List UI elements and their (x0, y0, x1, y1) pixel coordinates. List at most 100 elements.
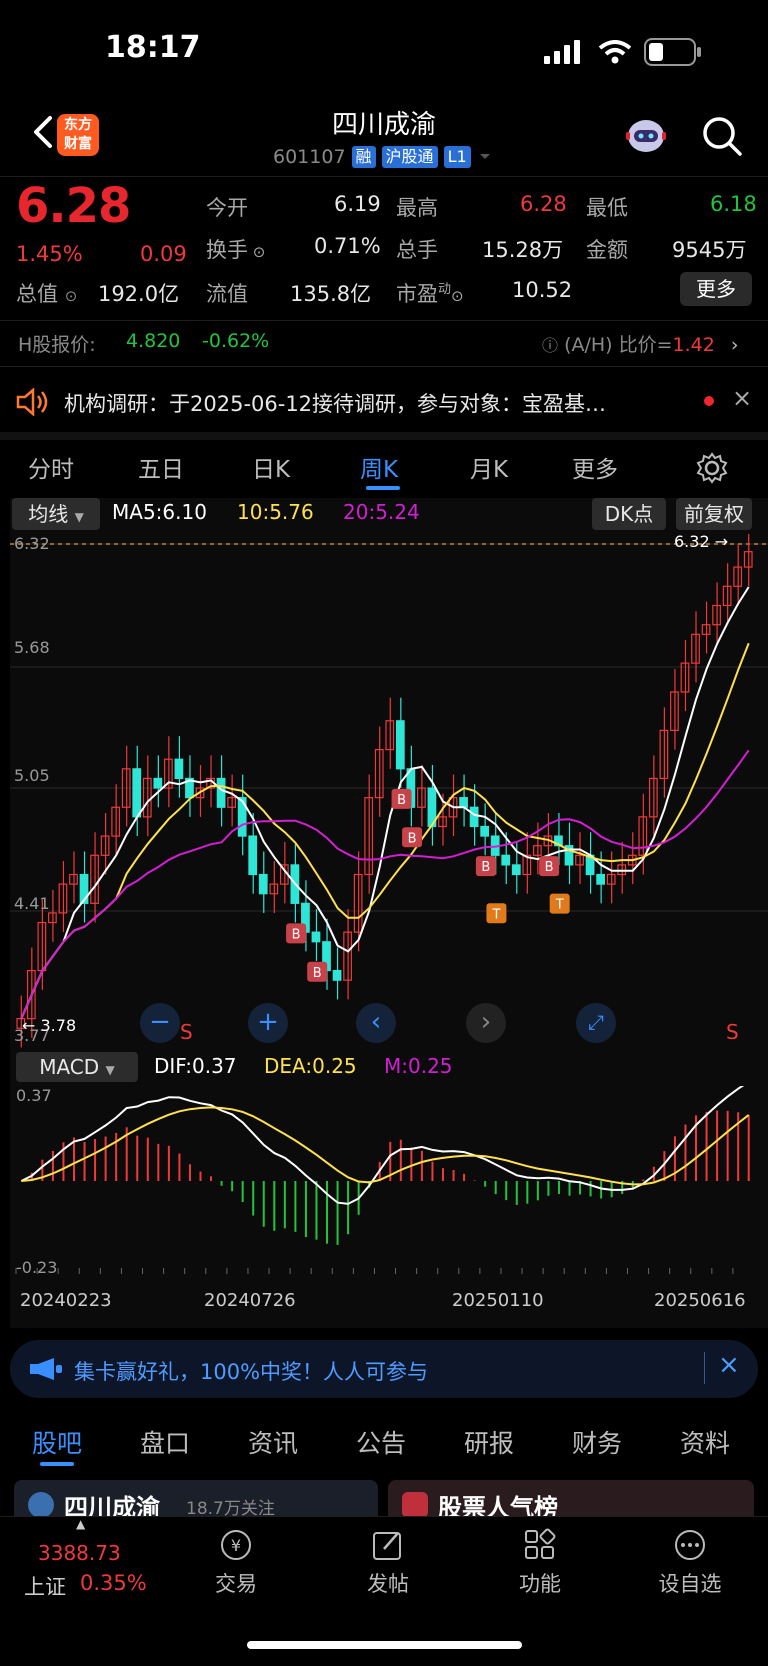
close-icon[interactable]: × (718, 1350, 740, 1380)
tab-financials[interactable]: 财务 (572, 1424, 622, 1460)
y-tick-4: 4.41 (14, 894, 50, 913)
stock-subline[interactable]: 601107 融 沪股通 L1 (273, 146, 493, 168)
avatar (28, 1492, 54, 1518)
value-high: 6.28 (520, 192, 567, 216)
divider (0, 432, 768, 440)
tab-five-day[interactable]: 五日 (138, 450, 184, 484)
x-label: 20240223 (20, 1290, 112, 1311)
tab-orderbook[interactable]: 盘口 (140, 1424, 190, 1460)
nav-add-watchlist[interactable]: 设自选 (630, 1517, 750, 1598)
speaker-icon (16, 388, 48, 416)
notice-text: 机构调研：于2025-06-12接待调研，参与对象：宝盈基… (64, 392, 607, 416)
tab-research[interactable]: 研报 (464, 1424, 514, 1460)
ah-ratio[interactable]: ⓘ (A/H) 比价=1.42 › (542, 330, 739, 357)
trade-marker-label: B (481, 860, 490, 875)
tab-weekly-k[interactable]: 周K (360, 450, 398, 484)
tab-profile[interactable]: 资料 (680, 1424, 730, 1460)
x-label: 20240726 (204, 1290, 296, 1311)
value-volume: 15.28万 (482, 238, 564, 262)
candle-body (258, 873, 268, 895)
nav-post[interactable]: 发帖 (328, 1517, 448, 1598)
indicator-selector[interactable]: MACD ▼ (16, 1052, 138, 1082)
divider (704, 1352, 705, 1384)
grid-apps-icon (525, 1528, 556, 1559)
total-value-label: 总值 (16, 282, 58, 306)
edit-post-icon (373, 1532, 401, 1560)
active-tab-indicator (366, 486, 400, 490)
label-turnover: 换手 ⊙ (206, 238, 266, 262)
active-tab-indicator (40, 1462, 74, 1466)
label-amount: 金额 (586, 238, 628, 262)
zoom-in-button[interactable]: + (248, 1003, 288, 1043)
x-label: 20250110 (452, 1290, 544, 1311)
tab-daily-k[interactable]: 日K (252, 450, 290, 484)
tab-forum[interactable]: 股吧 (32, 1424, 82, 1460)
candle-body (480, 825, 490, 837)
value-turnover: 0.71% (314, 234, 381, 258)
promo-banner[interactable]: 集卡赢好礼，100%中奖！人人可参与 × (10, 1340, 758, 1398)
value-pe: 10.52 (512, 278, 573, 302)
y-tick-1: 6.32 (14, 534, 50, 553)
assistant-robot-icon[interactable] (624, 116, 668, 156)
signal-icon (544, 40, 580, 64)
dif-line (20, 1086, 745, 1205)
candle-body (395, 720, 405, 770)
total-value-row: 总值 ⊙ 192.0亿 (16, 278, 179, 308)
zoom-out-button[interactable]: − (140, 1003, 180, 1043)
label-float: 流值 (206, 282, 248, 306)
tab-more[interactable]: 更多 (572, 450, 618, 484)
ma10-value: 10:5.76 (237, 500, 314, 524)
trade-marker-label: T (491, 907, 500, 922)
trade-marker-label: T (555, 898, 564, 913)
status-time: 18:17 (105, 30, 201, 65)
tab-intraday[interactable]: 分时 (28, 450, 74, 484)
tag-margin: 融 (351, 146, 376, 168)
prev-button[interactable]: ‹ (356, 1003, 396, 1043)
fullscreen-button[interactable]: ⤢ (576, 1003, 616, 1043)
value-low: 6.18 (710, 192, 757, 216)
dif-value: DIF:0.37 (154, 1054, 237, 1078)
x-label: 20250616 (654, 1290, 746, 1311)
tag-connect: 沪股通 (381, 146, 438, 168)
trade-marker-label: B (545, 860, 554, 875)
rank-icon (402, 1492, 428, 1518)
macd-tick-top: 0.37 (16, 1086, 52, 1105)
close-icon[interactable]: × (732, 384, 752, 412)
forum-cards: 四川成渝 18.7万关注 股票人气榜 (0, 1474, 768, 1526)
status-bar: 18:17 (0, 0, 768, 100)
help-icon: ⓘ (542, 336, 559, 355)
candle-body (469, 806, 479, 828)
svg-text:¥: ¥ (231, 1536, 241, 1555)
search-icon[interactable] (700, 114, 744, 158)
m-value: M:0.25 (384, 1054, 453, 1078)
trade-marker-label: B (397, 793, 406, 808)
more-button[interactable]: 更多 (680, 272, 752, 306)
tab-news[interactable]: 资讯 (248, 1424, 298, 1460)
ma-selector[interactable]: 均线 ▼ (12, 498, 100, 530)
candle-body (511, 864, 521, 876)
ma20-value: 20:5.24 (343, 500, 420, 524)
label-pe: 市盈动⊙ (396, 282, 464, 306)
index-change: 0.35% (80, 1571, 147, 1595)
adjust-toggle[interactable]: 前复权 (676, 498, 752, 530)
label-high: 最高 (396, 196, 438, 220)
tab-announcements[interactable]: 公告 (356, 1424, 406, 1460)
info-icon[interactable]: ⊙ (65, 287, 78, 305)
candle-body (132, 768, 142, 818)
index-name[interactable]: 上证 (24, 1571, 66, 1601)
candle-body (311, 931, 321, 943)
notice-bar[interactable]: 机构调研：于2025-06-12接待调研，参与对象：宝盈基… × (0, 372, 768, 430)
candle-body (501, 854, 511, 866)
next-button[interactable]: › (466, 1003, 506, 1043)
caret-up-icon: ▲ (76, 1517, 86, 1531)
dk-point-toggle[interactable]: DK点 (592, 498, 666, 530)
tab-monthly-k[interactable]: 月K (470, 450, 508, 484)
nav-functions[interactable]: 功能 (480, 1517, 600, 1598)
nav-trade[interactable]: ¥ 交易 (176, 1517, 296, 1598)
macd-chart[interactable] (10, 1086, 768, 1276)
dea-line (21, 1106, 750, 1186)
settings-gear-icon[interactable] (696, 452, 728, 484)
chevron-right-icon: › (730, 334, 739, 356)
macd-tick-bottom: -0.23 (16, 1258, 58, 1277)
kline-chart[interactable]: B B B B B T B T (10, 534, 768, 1054)
